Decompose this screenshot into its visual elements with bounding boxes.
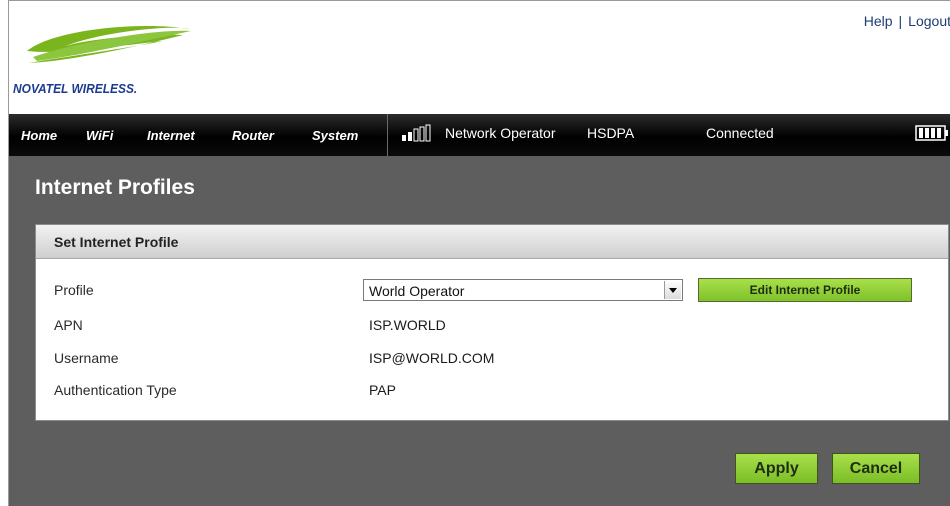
network-type: HSDPA [587,125,635,141]
logout-link[interactable]: Logout [908,13,950,29]
apn-value: ISP.WORLD [369,317,446,333]
connection-status: Connected [706,125,774,141]
top-links: Help | Logout [864,13,950,29]
apn-label: APN [54,317,83,333]
main-content: Internet Profiles Set Internet Profile P… [9,156,950,506]
dropdown-arrow-icon[interactable] [664,281,681,299]
link-separator: | [898,13,903,29]
browser-frame: NOVATEL WIRELESS. Help | Logout Home WiFi … [8,0,950,506]
nav-item-wifi[interactable]: WiFi [86,128,113,143]
profile-label: Profile [54,282,94,298]
help-link[interactable]: Help [864,13,893,29]
username-label: Username [54,350,119,366]
profile-select[interactable]: World Operator [363,279,683,301]
panel-header: Set Internet Profile [36,225,948,259]
panel-title: Set Internet Profile [54,234,179,250]
edit-internet-profile-button[interactable]: Edit Internet Profile [698,278,912,302]
brand-logo-text: NOVATEL WIRELESS. [13,81,138,96]
username-value: ISP@WORLD.COM [369,350,495,366]
nav-item-internet[interactable]: Internet [147,128,195,143]
logo-swoosh-icon [27,25,191,63]
page-title: Internet Profiles [35,176,195,199]
nav-item-router[interactable]: Router [232,128,274,143]
cancel-button[interactable]: Cancel [832,453,920,484]
nav-menu: Home WiFi Internet Router System [9,114,388,156]
authentication-type-value: PAP [369,382,396,398]
nav-item-home[interactable]: Home [21,128,57,143]
profile-select-value: World Operator [369,283,465,299]
nav-item-system[interactable]: System [312,128,358,143]
header: NOVATEL WIRELESS. Help | Logout [9,1,950,114]
battery-icon [915,125,948,141]
network-operator: Network Operator [445,125,556,141]
signal-strength-icon [402,124,431,142]
internet-profile-panel: Set Internet Profile Profile World Opera… [35,224,949,421]
navbar: Home WiFi Internet Router System Network… [9,114,950,156]
apply-button[interactable]: Apply [735,453,818,484]
authentication-type-label: Authentication Type [54,382,177,398]
